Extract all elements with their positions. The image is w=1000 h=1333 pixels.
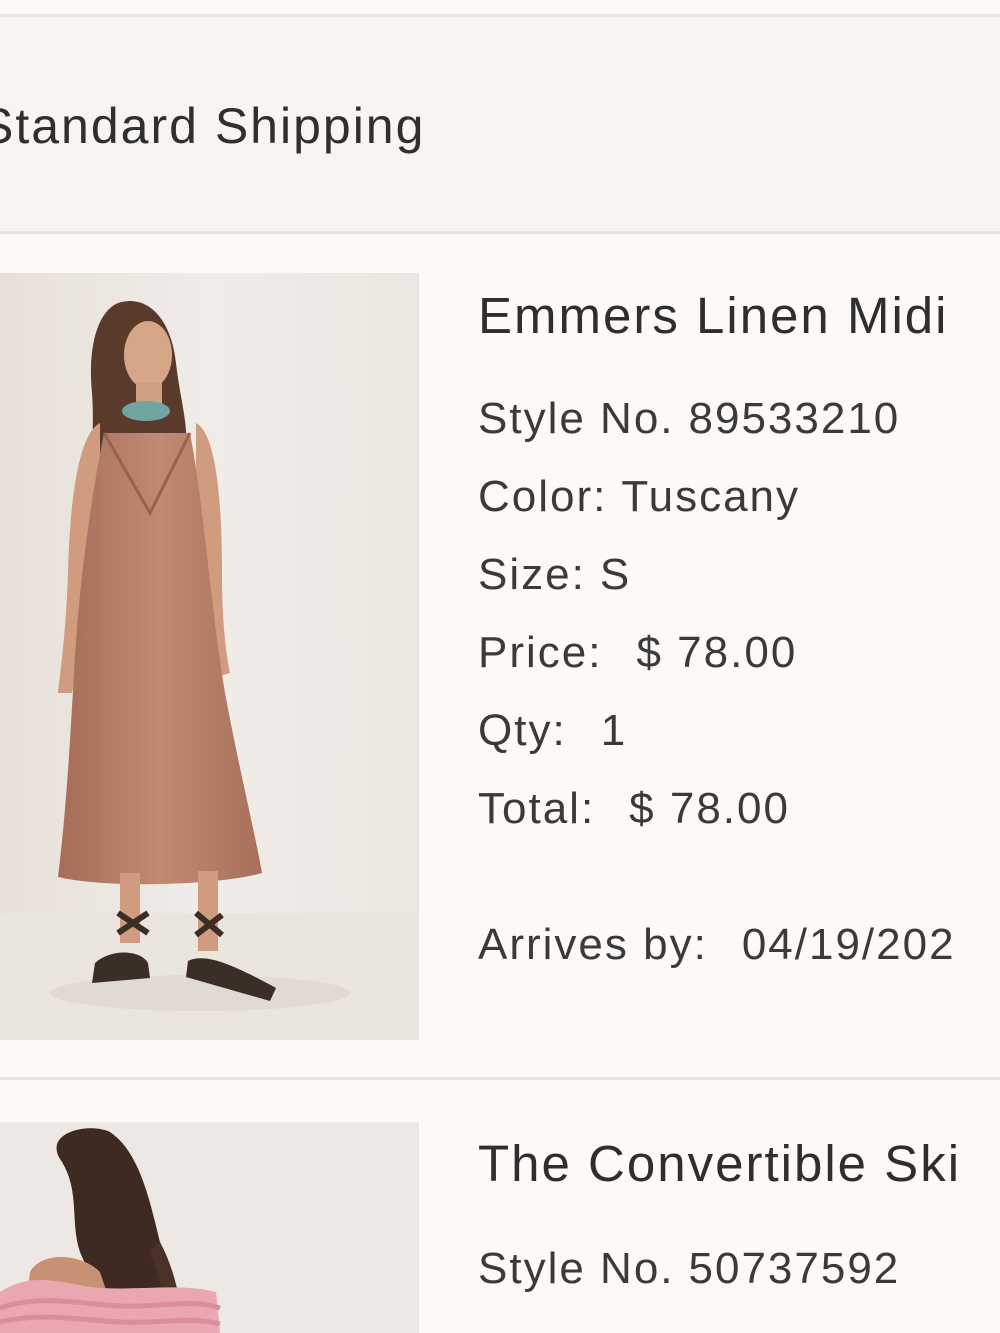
size-row: Size: S — [478, 550, 631, 600]
quantity-value: 1 — [600, 706, 628, 755]
size-label: Size: — [478, 550, 586, 599]
arrival-row: Arrives by: 04/19/202 — [478, 920, 956, 970]
product-image[interactable] — [0, 273, 419, 1040]
price-row: Price: $ 78.00 — [478, 628, 797, 678]
style-number-label: Style No. — [478, 1244, 675, 1293]
order-item: The Convertible Ski Style No. 50737592 — [0, 1080, 1000, 1333]
product-title[interactable]: The Convertible Ski — [478, 1134, 961, 1193]
shipping-method-bar: Standard Shipping — [0, 17, 1000, 234]
color-label: Color: — [478, 472, 608, 521]
product-image[interactable] — [0, 1122, 419, 1333]
total-label: Total: — [478, 784, 596, 833]
price-label: Price: — [478, 628, 603, 677]
style-number-row: Style No. 50737592 — [478, 1244, 900, 1294]
order-item: Emmers Linen Midi Style No. 89533210 Colo… — [0, 234, 1000, 1077]
product-title[interactable]: Emmers Linen Midi — [478, 286, 948, 345]
order-summary-page: Standard Shipping Emmers Linen Midi Styl… — [0, 0, 1000, 1333]
price-value: $ 78.00 — [636, 628, 798, 677]
style-number-value: 89533210 — [688, 394, 901, 443]
product-photo-skirt — [0, 1122, 419, 1333]
total-value: $ 78.00 — [629, 784, 790, 833]
style-number-value: 50737592 — [688, 1244, 901, 1293]
shipping-method-label: Standard Shipping — [0, 98, 426, 154]
color-value: Tuscany — [621, 472, 801, 521]
total-row: Total: $ 78.00 — [478, 784, 790, 834]
style-number-label: Style No. — [478, 394, 675, 443]
style-number-row: Style No. 89533210 — [478, 394, 900, 444]
quantity-row: Qty: 1 — [478, 706, 627, 756]
quantity-label: Qty: — [478, 706, 567, 755]
arrival-label: Arrives by: — [478, 920, 708, 969]
product-photo-dress — [0, 273, 419, 1040]
arrival-date: 04/19/202 — [741, 920, 956, 969]
color-row: Color: Tuscany — [478, 472, 800, 522]
size-value: S — [599, 550, 632, 599]
